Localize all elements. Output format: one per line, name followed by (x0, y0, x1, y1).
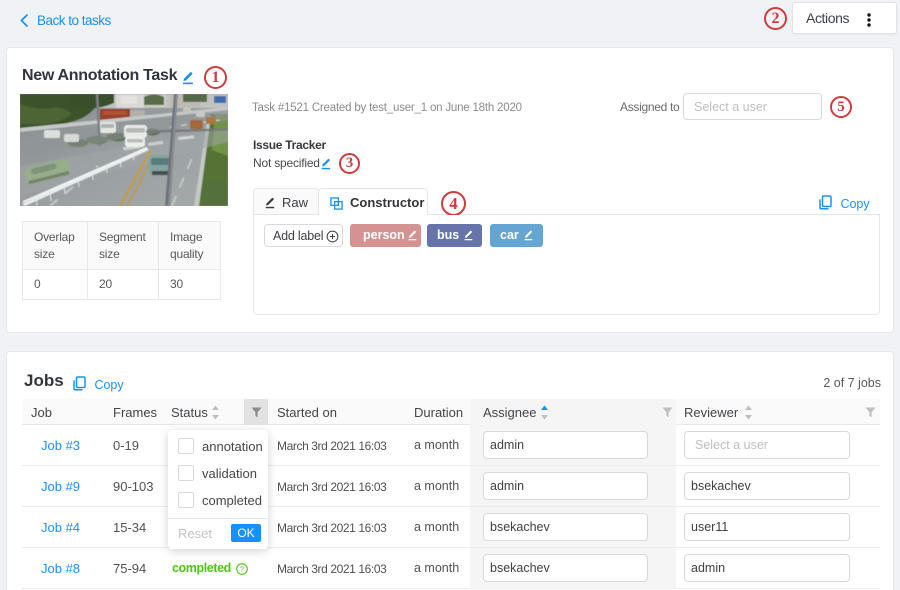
svg-text:?: ? (240, 565, 244, 574)
